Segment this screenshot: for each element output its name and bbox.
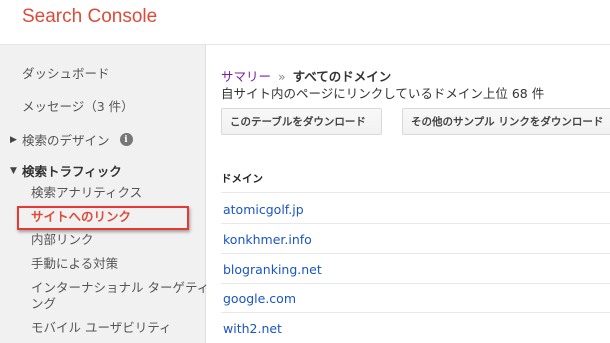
- info-icon[interactable]: i: [119, 133, 133, 146]
- highlight-annotation-box: [17, 206, 189, 230]
- top-bar: Search Console: [0, 0, 610, 44]
- sidebar-item-internal-links[interactable]: 内部リンク: [31, 232, 94, 248]
- table-divider: [221, 312, 610, 313]
- table-row-domain-link[interactable]: google.com: [223, 291, 296, 306]
- sidebar-section-search-traffic[interactable]: ▼ 検索トラフィック: [10, 161, 122, 180]
- table-row-domain-link[interactable]: atomicgolf.jp: [223, 202, 304, 217]
- sidebar: ダッシュボード メッセージ（3 件） ▶ 検索のデザイン i ▼ 検索トラフィッ…: [0, 45, 209, 343]
- sidebar-item-mobile-usability[interactable]: モバイル ユーザビリティ: [31, 320, 171, 336]
- column-header-domain[interactable]: ドメイン: [221, 171, 263, 186]
- sidebar-section-label: 検索のデザイン: [22, 133, 110, 148]
- main-content: サマリー » すべてのドメイン 自サイト内のページにリンクしているドメイン上位 …: [207, 45, 610, 343]
- breadcrumb-current: すべてのドメイン: [292, 69, 392, 84]
- sidebar-item-label-cont: ング: [31, 296, 57, 311]
- sidebar-item-manual-actions[interactable]: 手動による対策: [31, 256, 118, 272]
- sidebar-item-messages[interactable]: メッセージ（3 件）: [22, 96, 134, 115]
- sidebar-section-label: 検索トラフィック: [22, 164, 122, 179]
- app-title[interactable]: Search Console: [22, 6, 157, 28]
- download-table-button[interactable]: このテーブルをダウンロード: [221, 108, 382, 135]
- table-row-domain-link[interactable]: with2.net: [223, 321, 282, 336]
- sidebar-section-search-appearance[interactable]: ▶ 検索のデザイン i: [10, 130, 133, 149]
- table-divider: [221, 283, 610, 284]
- table-row-domain-link[interactable]: blogranking.net: [223, 262, 322, 277]
- chevron-right-icon: ▶: [10, 134, 17, 145]
- table-row-domain-link[interactable]: konkhmer.info: [223, 232, 312, 247]
- table-divider: [221, 192, 610, 193]
- breadcrumb-link-summary[interactable]: サマリー: [221, 69, 271, 84]
- table-divider: [221, 253, 610, 254]
- download-sample-links-button[interactable]: その他のサンプル リンクをダウンロード: [402, 108, 610, 135]
- chevron-down-icon: ▼: [10, 165, 17, 176]
- page-subtitle: 自サイト内のページにリンクしているドメイン上位 68 件: [221, 86, 545, 101]
- table-divider: [221, 223, 610, 224]
- sidebar-item-dashboard[interactable]: ダッシュボード: [22, 63, 110, 82]
- breadcrumb-separator: »: [278, 69, 286, 84]
- sidebar-item-label: インターナショナル ターゲティ: [31, 280, 210, 295]
- sidebar-item-international-targeting[interactable]: インターナショナル ターゲティ ング: [31, 280, 209, 312]
- sidebar-item-search-analytics[interactable]: 検索アナリティクス: [31, 185, 142, 201]
